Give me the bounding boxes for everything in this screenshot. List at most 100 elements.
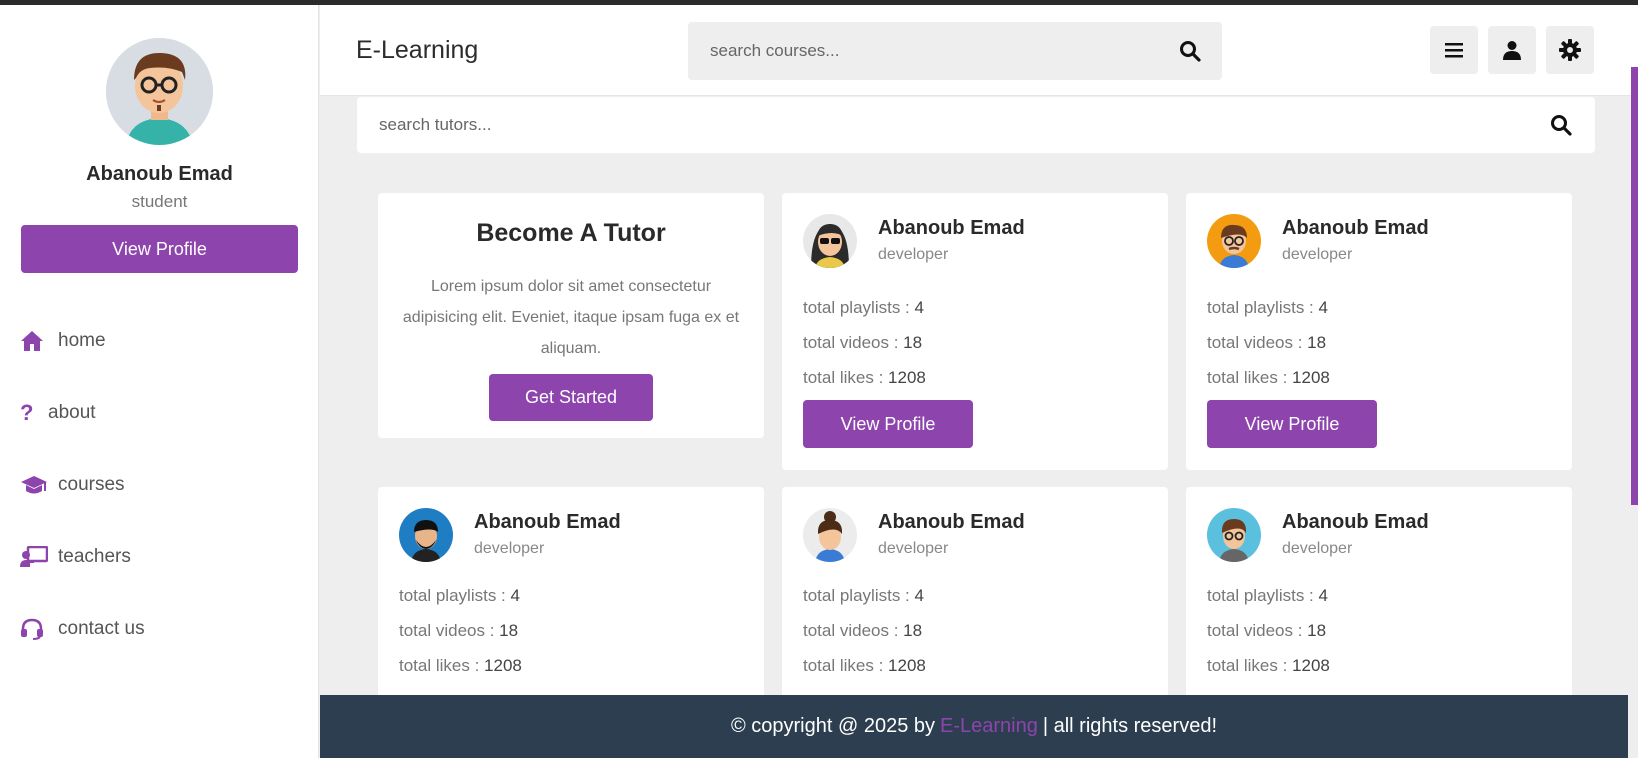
home-icon	[20, 327, 50, 355]
menu-button[interactable]	[1430, 26, 1478, 74]
tutor-videos: total videos : 18	[399, 621, 518, 641]
chalkboard-teacher-icon	[20, 543, 50, 571]
tutor-role: developer	[878, 246, 949, 263]
tutor-playlists: total playlists : 4	[399, 586, 520, 606]
stat-value: 1208	[888, 368, 926, 387]
tutor-card: Abanoub Emad developer total playlists :…	[1186, 487, 1572, 707]
stat-label: total playlists :	[803, 586, 915, 605]
tutor-search-box	[357, 97, 1595, 153]
stat-label: total playlists :	[399, 586, 511, 605]
stat-label: total videos :	[399, 621, 500, 640]
male-avatar-icon	[1207, 214, 1261, 268]
search-icon[interactable]	[1550, 114, 1572, 136]
stat-value: 18	[1307, 333, 1327, 352]
stat-value: 1208	[1292, 656, 1330, 675]
tutor-name: Abanoub Emad	[1282, 217, 1429, 239]
footer-brand-link[interactable]: E-Learning	[940, 715, 1038, 738]
stat-label: total videos :	[1207, 621, 1308, 640]
tutor-avatar	[803, 214, 857, 268]
menu-icon	[1445, 43, 1463, 58]
tutor-playlists: total playlists : 4	[1207, 586, 1328, 606]
become-tutor-card: Become A Tutor Lorem ipsum dolor sit ame…	[378, 193, 764, 438]
sidebar-item-label: contact us	[58, 618, 145, 639]
stat-label: total likes :	[1207, 368, 1293, 387]
stat-label: total videos :	[803, 333, 904, 352]
female-avatar-icon	[803, 508, 857, 562]
tutor-likes: total likes : 1208	[1207, 368, 1330, 388]
get-started-button[interactable]: Get Started	[489, 374, 653, 421]
course-search-box	[688, 22, 1222, 80]
stat-value: 18	[903, 621, 923, 640]
tutor-playlists: total playlists : 4	[803, 298, 924, 318]
stat-value: 18	[499, 621, 519, 640]
stat-value: 1208	[484, 656, 522, 675]
tutor-playlists: total playlists : 4	[803, 586, 924, 606]
sidebar-nav: home ? about courses teachers contact us	[0, 305, 319, 665]
stat-value: 4	[1318, 298, 1328, 317]
user-role: student	[131, 192, 188, 211]
page: Abanoub Emad student View Profile home ?…	[0, 5, 1638, 758]
tutor-likes: total likes : 1208	[1207, 656, 1330, 676]
sidebar-item-label: home	[58, 330, 106, 351]
stat-value: 4	[1318, 586, 1328, 605]
tutor-videos: total videos : 18	[803, 621, 922, 641]
tutor-role: developer	[1282, 540, 1353, 557]
tutor-name: Abanoub Emad	[1282, 511, 1429, 533]
user-icon	[1503, 41, 1521, 60]
header: E-Learning	[320, 5, 1638, 96]
stat-value: 4	[914, 586, 924, 605]
male-avatar-icon	[399, 508, 453, 562]
stat-label: total likes :	[1207, 656, 1293, 675]
stat-label: total videos :	[1207, 333, 1308, 352]
tutor-role: developer	[878, 540, 949, 557]
tutor-card: Abanoub Emad developer total playlists :…	[782, 487, 1168, 707]
tutor-avatar	[803, 508, 857, 562]
sidebar-item-label: teachers	[58, 546, 131, 567]
stat-label: total playlists :	[1207, 298, 1319, 317]
logo[interactable]: E-Learning	[356, 36, 478, 65]
stat-label: total likes :	[803, 656, 889, 675]
footer: © copyright @ 2025 by E-Learning | all r…	[320, 695, 1628, 758]
tutor-search-input[interactable]	[379, 97, 1370, 153]
user-avatar	[106, 38, 213, 145]
stat-label: total playlists :	[1207, 586, 1319, 605]
tutor-videos: total videos : 18	[1207, 333, 1326, 353]
search-icon[interactable]	[1179, 40, 1201, 62]
become-tutor-title: Become A Tutor	[476, 219, 666, 247]
stat-label: total likes :	[399, 656, 485, 675]
stat-value: 1208	[888, 656, 926, 675]
tutor-card: Abanoub Emad developer total playlists :…	[1186, 193, 1572, 470]
stat-value: 4	[914, 298, 924, 317]
graduation-cap-icon	[20, 471, 50, 499]
tutor-view-profile-button[interactable]: View Profile	[803, 400, 973, 448]
tutor-avatar	[399, 508, 453, 562]
tutor-avatar	[1207, 508, 1261, 562]
tutor-likes: total likes : 1208	[399, 656, 522, 676]
view-profile-button[interactable]: View Profile	[21, 225, 298, 273]
tutor-role: developer	[474, 540, 545, 557]
headset-icon	[20, 615, 50, 643]
sidebar-item-teachers[interactable]: teachers	[0, 521, 319, 593]
user-button[interactable]	[1488, 26, 1536, 74]
stat-value: 18	[903, 333, 923, 352]
tutor-card: Abanoub Emad developer total playlists :…	[782, 193, 1168, 470]
user-name: Abanoub Emad	[86, 163, 233, 185]
sidebar-item-label: about	[48, 402, 96, 423]
become-tutor-text: Lorem ipsum dolor sit amet consectetur a…	[402, 278, 740, 357]
female-avatar-icon	[803, 214, 857, 268]
sidebar-item-contact[interactable]: contact us	[0, 593, 319, 665]
tutor-view-profile-button[interactable]: View Profile	[1207, 400, 1377, 448]
sidebar-item-home[interactable]: home	[0, 305, 319, 377]
tutor-card: Abanoub Emad developer total playlists :…	[378, 487, 764, 707]
stat-value: 4	[510, 586, 520, 605]
sidebar-item-about[interactable]: ? about	[0, 377, 319, 449]
tutor-avatar	[1207, 214, 1261, 268]
stat-label: total playlists :	[803, 298, 915, 317]
course-search-input[interactable]	[710, 22, 1138, 80]
settings-button[interactable]	[1546, 26, 1594, 74]
male-avatar-icon	[1207, 508, 1261, 562]
sidebar-item-courses[interactable]: courses	[0, 449, 319, 521]
scrollbar[interactable]	[1631, 67, 1638, 505]
tutor-name: Abanoub Emad	[878, 511, 1025, 533]
tutor-name: Abanoub Emad	[878, 217, 1025, 239]
